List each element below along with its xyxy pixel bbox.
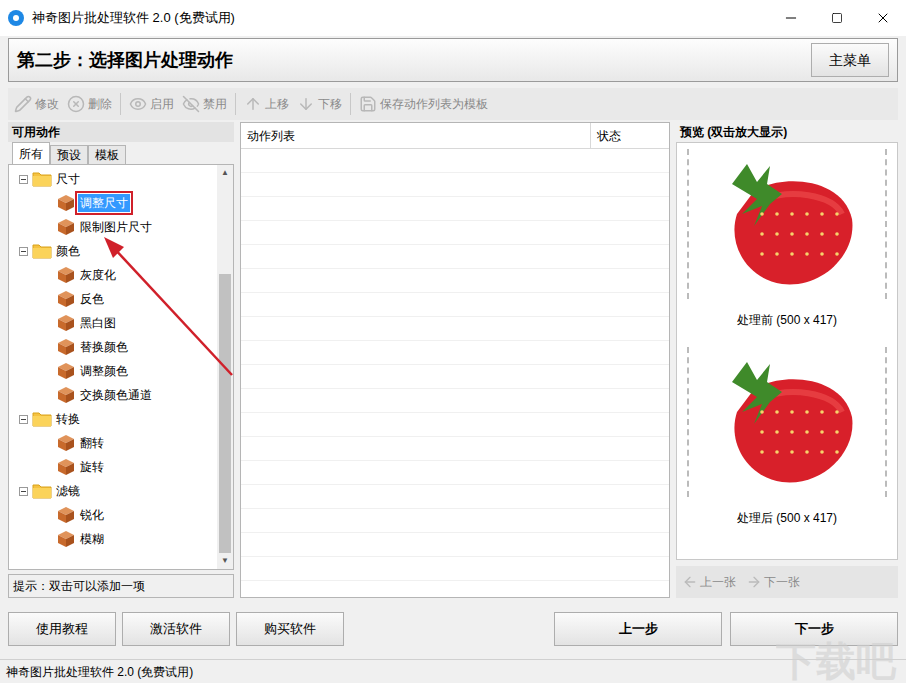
main-area: 可用动作所有预设模板尺寸调整尺寸限制图片尺寸颜色灰度化反色黑白图替换颜色调整颜色…	[0, 122, 906, 598]
tree-item[interactable]: 调整颜色	[19, 359, 217, 383]
folder-icon	[32, 171, 52, 187]
status-bar: 神奇图片批处理软件 2.0 (免费试用)	[0, 659, 906, 683]
action-box-icon	[57, 434, 75, 452]
tree-item[interactable]: 翻转	[19, 431, 217, 455]
watermark: 下载吧	[776, 641, 896, 681]
tree-item[interactable]: 限制图片尺寸	[19, 215, 217, 239]
collapse-icon[interactable]	[19, 247, 28, 256]
tree-folder[interactable]: 转换	[19, 407, 217, 431]
tree-folder[interactable]: 颜色	[19, 239, 217, 263]
action-list: 动作列表状态	[240, 122, 670, 598]
action-box-icon	[57, 290, 75, 308]
delete-icon	[67, 95, 85, 113]
step-header: 第二步：选择图片处理动作 主菜单	[8, 38, 898, 82]
folder-icon	[32, 243, 52, 259]
app-window: 神奇图片批处理软件 2.0 (免费试用) 第二步：选择图片处理动作 主菜单修改删除启…	[0, 0, 906, 683]
nav-button[interactable]: 上一步	[554, 612, 722, 646]
close-icon	[875, 10, 891, 26]
enable-icon	[129, 95, 147, 113]
action-box-icon	[57, 194, 75, 212]
scrollbar[interactable]: ▲▼	[217, 165, 233, 569]
tab-bar: 所有预设模板	[8, 142, 234, 164]
tree-item[interactable]: 调整尺寸	[19, 191, 217, 215]
table-header: 动作列表状态	[241, 123, 669, 149]
edit-icon	[14, 95, 32, 113]
down-icon	[297, 95, 315, 113]
step-title: 第二步：选择图片处理动作	[17, 47, 233, 74]
toolbar-button[interactable]: 启用	[129, 95, 174, 113]
tree-item[interactable]: 交换颜色通道	[19, 383, 217, 407]
tree-item[interactable]: 模糊	[19, 527, 217, 551]
preview-nav: 上一张下一张	[676, 566, 898, 598]
tree-folder[interactable]: 尺寸	[19, 167, 217, 191]
collapse-icon[interactable]	[19, 175, 28, 184]
action-box-icon	[57, 218, 75, 236]
action-tree: 尺寸调整尺寸限制图片尺寸颜色灰度化反色黑白图替换颜色调整颜色交换颜色通道转换翻转…	[8, 164, 234, 570]
bottom-button[interactable]: 购买软件	[236, 612, 344, 646]
annotation-arrow-icon	[0, 0, 906, 683]
action-box-icon	[57, 506, 75, 524]
arrow-left-icon	[682, 574, 698, 590]
tree-item[interactable]: 灰度化	[19, 263, 217, 287]
disable-icon	[182, 95, 200, 113]
bottom-bar: 使用教程激活软件购买软件 上一步下一步	[0, 612, 906, 646]
scrollbar-thumb[interactable]	[219, 274, 231, 553]
minimize-button[interactable]	[768, 0, 814, 36]
tree-item[interactable]: 锐化	[19, 503, 217, 527]
toolbar-button[interactable]: 禁用	[182, 95, 227, 113]
tree-folder[interactable]: 滤镜	[19, 479, 217, 503]
minimize-icon	[783, 10, 799, 26]
preview-panel: 预览 (双击放大显示) 处理前 (500 x 417) 处理后 (500 x 417…	[676, 122, 898, 598]
tab[interactable]: 所有	[12, 142, 50, 164]
strawberry-before-icon[interactable]	[712, 154, 862, 294]
action-box-icon	[57, 530, 75, 548]
tree-item[interactable]: 反色	[19, 287, 217, 311]
toolbar-button[interactable]: 修改	[14, 95, 59, 113]
strawberry-after-icon[interactable]	[712, 352, 862, 492]
prev-image-button[interactable]: 上一张	[682, 573, 736, 591]
action-box-icon	[57, 458, 75, 476]
after-caption: 处理后 (500 x 417)	[737, 509, 837, 527]
action-box-icon	[57, 266, 75, 284]
actions-panel: 可用动作所有预设模板尺寸调整尺寸限制图片尺寸颜色灰度化反色黑白图替换颜色调整颜色…	[8, 122, 234, 598]
title-bar: 神奇图片批处理软件 2.0 (免费试用)	[0, 0, 906, 36]
window-title: 神奇图片批处理软件 2.0 (免费试用)	[32, 8, 235, 28]
before-image[interactable]	[687, 149, 887, 299]
app-logo-icon	[8, 10, 24, 26]
save-icon	[359, 95, 377, 113]
action-box-icon	[57, 386, 75, 404]
hint-bar: 提示：双击可以添加一项	[8, 574, 234, 598]
main-menu-button[interactable]: 主菜单	[811, 43, 889, 77]
nav-button[interactable]: 下一步	[730, 612, 898, 646]
action-box-icon	[57, 314, 75, 332]
toolbar-button[interactable]: 保存动作列表为模板	[359, 95, 488, 113]
panel-title: 可用动作	[8, 122, 234, 142]
bottom-button[interactable]: 激活软件	[122, 612, 230, 646]
tree-item[interactable]: 黑白图	[19, 311, 217, 335]
preview-title: 预览 (双击放大显示)	[676, 122, 898, 142]
collapse-icon[interactable]	[19, 415, 28, 424]
action-box-icon	[57, 338, 75, 356]
folder-icon	[32, 411, 52, 427]
toolbar-button[interactable]: 下移	[297, 95, 342, 113]
folder-icon	[32, 483, 52, 499]
maximize-button[interactable]	[814, 0, 860, 36]
tree-item[interactable]: 替换颜色	[19, 335, 217, 359]
collapse-icon[interactable]	[19, 487, 28, 496]
close-button[interactable]	[860, 0, 906, 36]
toolbar-button[interactable]: 删除	[67, 95, 112, 113]
action-box-icon	[57, 362, 75, 380]
tab[interactable]: 预设	[50, 145, 88, 164]
next-image-button[interactable]: 下一张	[746, 573, 800, 591]
tab[interactable]: 模板	[88, 145, 126, 164]
before-caption: 处理前 (500 x 417)	[737, 311, 837, 329]
toolbar-button[interactable]: 上移	[244, 95, 289, 113]
bottom-button[interactable]: 使用教程	[8, 612, 116, 646]
maximize-icon	[831, 12, 843, 24]
tree-item[interactable]: 旋转	[19, 455, 217, 479]
after-image[interactable]	[687, 347, 887, 497]
toolbar: 修改删除启用禁用上移下移保存动作列表为模板	[8, 88, 898, 120]
up-icon	[244, 95, 262, 113]
arrow-right-icon	[746, 574, 762, 590]
